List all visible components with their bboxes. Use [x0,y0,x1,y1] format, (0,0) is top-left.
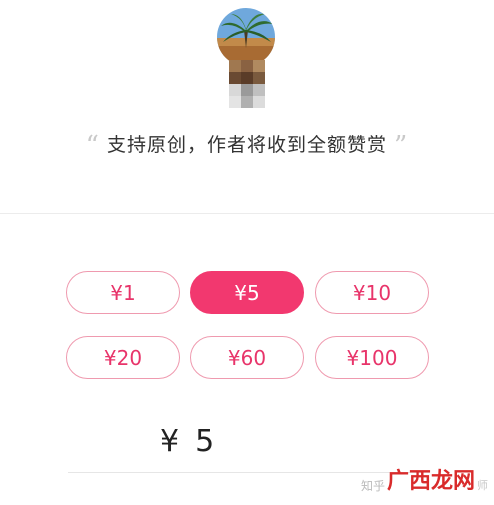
watermark: 知乎 广西龙网 师 [361,467,488,493]
pixelated-mosaic-icon [229,60,265,108]
custom-amount-value: 5 [195,424,217,459]
amount-button-60[interactable]: ¥60 [190,336,304,379]
close-quote-icon: ” [394,131,409,161]
slogan-text: 支持原创，作者将收到全额赞赏 [106,134,387,156]
support-slogan: “ 支持原创，作者将收到全额赞赏 ” [0,130,494,161]
divider [0,213,494,214]
amount-button-5[interactable]: ¥5 [190,271,304,314]
watermark-suffix: 师 [477,479,488,492]
amount-button-10[interactable]: ¥10 [315,271,429,314]
avatar[interactable] [211,8,281,66]
custom-amount-field[interactable]: ¥5 [160,424,216,459]
watermark-prefix: 知乎 [360,479,385,493]
watermark-logo: 广西龙网 [386,468,475,494]
author-avatar-group [211,8,281,108]
amount-button-20[interactable]: ¥20 [66,336,180,379]
amount-button-1[interactable]: ¥1 [66,271,180,314]
open-quote-icon: “ [85,131,100,161]
amount-button-100[interactable]: ¥100 [315,336,429,379]
currency-symbol: ¥ [160,424,182,459]
